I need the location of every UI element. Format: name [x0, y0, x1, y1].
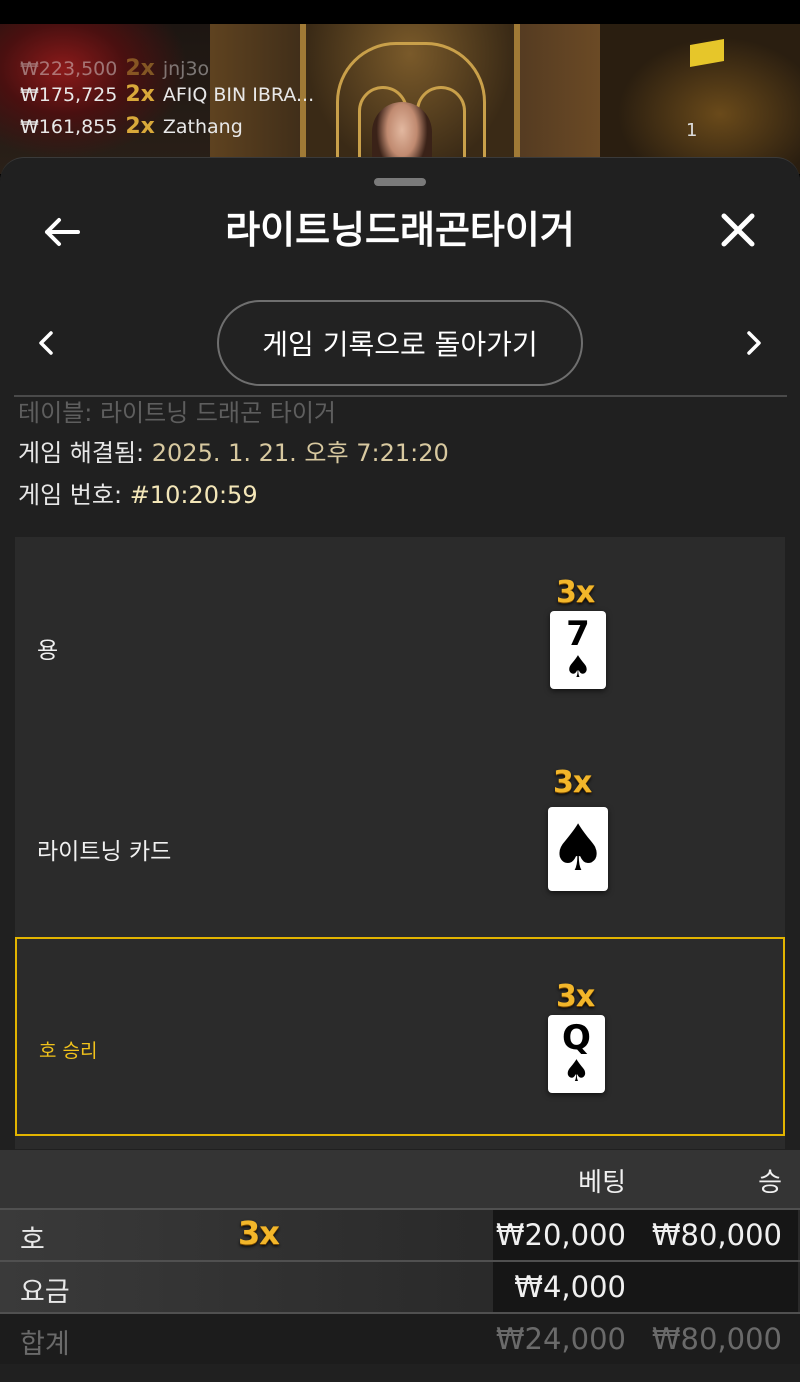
history-nav: 게임 기록으로 돌아가기	[0, 300, 800, 386]
winner-name: Zathang	[162, 116, 243, 138]
result-label: 용	[37, 638, 59, 664]
row-label: 합계	[20, 1329, 70, 1360]
win-amount	[638, 1262, 798, 1312]
result-label: 호 승리	[39, 1040, 98, 1062]
multiplier-badge: 3x	[556, 979, 595, 1014]
winner-amount: ₩175,725	[20, 84, 118, 106]
back-to-history-button[interactable]: 게임 기록으로 돌아가기	[217, 300, 583, 386]
game-number-value: #10:20:59	[129, 481, 258, 509]
bet-amount: ₩24,000	[495, 1322, 626, 1356]
column-header-bet: 베팅	[578, 1168, 626, 1198]
game-resolved-row: 게임 해결됨: 2025. 1. 21. 오후 7:21:20	[18, 432, 449, 474]
game-detail-sheet: 라이트닝드래곤타이거 게임 기록으로 돌아가기 테이블: 라이트닝 드래곤 타이…	[0, 157, 800, 1382]
recent-winners-list: ₩223,500 2x jnj3o ₩175,725 2x AFIQ BIN I…	[20, 56, 314, 146]
result-label: 라이트닝 카드	[37, 839, 172, 865]
player-count: 1	[686, 120, 698, 141]
winner-amount: ₩161,855	[20, 116, 118, 138]
table-row-total: 합계 ₩24,000 ₩80,000	[0, 1312, 800, 1364]
card-rank: 7	[566, 614, 590, 654]
close-button[interactable]	[716, 208, 760, 252]
column-header-win: 승	[758, 1168, 782, 1198]
sheet-header: 라이트닝드래곤타이거	[0, 198, 800, 262]
winner-multiplier: 2x	[125, 56, 155, 81]
row-label: 호	[20, 1225, 45, 1256]
next-game-button[interactable]	[738, 322, 770, 364]
divider	[14, 395, 787, 397]
win-amount: ₩80,000	[638, 1210, 798, 1260]
winner-multiplier: 2x	[125, 114, 155, 139]
winner-name: AFIQ BIN IBRA...	[162, 84, 315, 106]
bet-amount: ₩20,000	[493, 1210, 638, 1260]
game-video-background: 1 ₩223,500 2x jnj3o ₩175,725 2x AFIQ BIN…	[0, 24, 800, 174]
playing-card: ♠	[548, 807, 608, 891]
game-info: 테이블: 라이트닝 드래곤 타이거 게임 해결됨: 2025. 1. 21. 오…	[18, 398, 449, 516]
bet-amount: ₩4,000	[493, 1262, 638, 1312]
chevron-left-icon	[39, 331, 53, 355]
winner-row: ₩223,500 2x jnj3o	[20, 56, 314, 82]
multiplier-badge: 3x	[238, 1214, 280, 1252]
winner-row: ₩161,855 2x Zathang	[20, 114, 314, 146]
winner-row: ₩175,725 2x AFIQ BIN IBRA...	[20, 82, 314, 114]
multiplier-badge: 3x	[553, 765, 592, 800]
winner-multiplier: 2x	[125, 82, 155, 107]
row-label: 요금	[20, 1277, 70, 1308]
result-row-dragon: 용 3x 7 ♠	[15, 537, 785, 737]
close-icon	[721, 213, 755, 247]
win-amount: ₩80,000	[651, 1322, 782, 1356]
spade-icon: ♠	[564, 650, 592, 685]
chevron-right-icon	[747, 331, 761, 355]
previous-game-button[interactable]	[30, 322, 62, 364]
game-resolved-value: 2025. 1. 21. 오후 7:21:20	[151, 439, 449, 467]
game-resolved-label: 게임 해결됨:	[18, 439, 145, 467]
results-panel: 용 3x 7 ♠ 라이트닝 카드 3x ♠ 호 승리 3x Q ♠	[15, 537, 785, 1149]
multiplier-badge: 3x	[556, 575, 595, 610]
winner-name: jnj3o	[162, 58, 210, 80]
spade-icon: ♠	[563, 1054, 590, 1089]
bet-summary-table: 베팅 승 호 3x ₩20,000 ₩80,000 요금 ₩4,000 합계 ₩…	[0, 1150, 800, 1364]
result-row-tiger-win: 호 승리 3x Q ♠	[15, 937, 785, 1136]
game-number-label: 게임 번호:	[18, 481, 123, 509]
game-number-row: 게임 번호: #10:20:59	[18, 474, 449, 516]
winner-amount: ₩223,500	[20, 58, 118, 80]
table-row: 요금 ₩4,000	[0, 1260, 800, 1312]
spade-icon: ♠	[549, 812, 607, 886]
table-row: 호 3x ₩20,000 ₩80,000	[0, 1208, 800, 1260]
card-rank: Q	[562, 1018, 591, 1058]
page-title: 라이트닝드래곤타이거	[225, 208, 575, 252]
sheet-drag-handle[interactable]	[374, 178, 426, 186]
playing-card: 7 ♠	[550, 611, 606, 689]
result-row-lightning-card: 라이트닝 카드 3x ♠	[15, 737, 785, 937]
playing-card: Q ♠	[548, 1015, 605, 1093]
table-header: 베팅 승	[0, 1150, 800, 1208]
table-name: 테이블: 라이트닝 드래곤 타이거	[18, 399, 337, 427]
